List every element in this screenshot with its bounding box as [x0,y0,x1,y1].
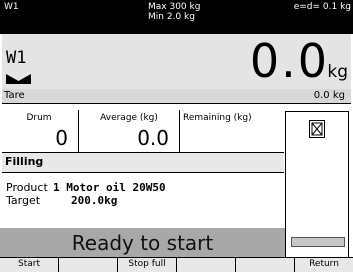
status-bar: Ready to start [0,228,285,257]
fill-progress-bar [291,237,345,247]
scale-name: W1 [4,2,19,12]
division-info: e=d= 0.1 kg [293,2,351,12]
status-text: Ready to start [71,231,214,255]
filling-header: Filling [2,152,284,173]
weight-value: 0.0 [249,34,329,88]
start-softkey[interactable]: Start [0,258,59,272]
tare-row: Tare 0.0 kg [2,89,351,104]
drum-value: 0 [55,126,68,150]
remaining-counter: Remaining (kg) [180,110,284,152]
weight-unit: kg [327,62,348,82]
drum-label: Drum [26,113,52,123]
drum-status-panel [285,111,349,261]
drum-icon [309,120,325,138]
scale-id: W1 [6,48,27,68]
stop-full-softkey[interactable]: Stop full [118,258,177,272]
softkey-4[interactable] [177,258,236,272]
min-capacity: Min 2.0 kg [148,12,195,22]
filling-title: Filling [5,155,44,168]
product-value: 1 Motor oil 20W50 [53,181,166,194]
average-counter: Average (kg) 0.0 [79,110,180,152]
weight-display: W1 0.0 kg [2,34,351,90]
softkey-5[interactable] [236,258,295,272]
product-label: Product [6,181,48,194]
average-label: Average (kg) [100,113,158,123]
softkey-row: Start Stop full Return [0,257,353,272]
stable-indicator-icon [6,74,31,84]
target-label: Target [6,194,41,207]
target-value: 200.0kg [71,194,118,207]
tare-label: Tare [4,90,25,101]
average-value: 0.0 [137,126,169,150]
tare-value: 0.0 kg [313,90,345,101]
drum-counter: Drum 0 [0,110,79,152]
softkey-2[interactable] [59,258,118,272]
remaining-label: Remaining (kg) [183,113,252,123]
info-bar: W1 Max 300 kg Min 2.0 kg e=d= 0.1 kg [0,0,353,34]
return-softkey[interactable]: Return [295,258,353,272]
max-capacity: Max 300 kg [148,2,201,12]
